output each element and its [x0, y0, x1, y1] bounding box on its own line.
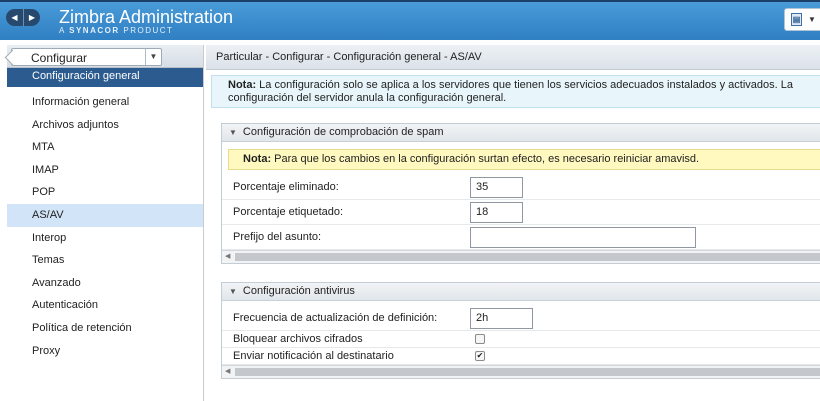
chevron-down-icon[interactable]: ▼ [145, 49, 161, 65]
app-title: Zimbra Administration [59, 7, 234, 27]
sidebar-item-interop[interactable]: Interop [7, 227, 203, 250]
main-content: Particular - Configurar - Configuración … [206, 45, 820, 401]
sidebar-item-archivos-adjuntos[interactable]: Archivos adjuntos [7, 114, 203, 137]
sidebar-item-politica-retencion[interactable]: Política de retención [7, 317, 203, 340]
subject-prefix-label: Prefijo del asunto: [233, 231, 322, 243]
notify-recipient-row: Enviar notificación al destinatario ✔ [222, 348, 820, 365]
restart-warning: Nota: Para que los cambios en la configu… [228, 149, 820, 170]
scroll-left-icon[interactable]: ◀ [225, 367, 230, 375]
kill-percent-label: Porcentaje eliminado: [233, 181, 339, 193]
chevron-down-icon: ▼ [808, 15, 816, 24]
sidebar-item-informacion-general[interactable]: Información general [7, 91, 203, 114]
sidebar-toolbar: Configurar ▼ [7, 45, 203, 68]
help-doc-icon: ▤ [791, 13, 802, 26]
kill-percent-input[interactable]: 35 [470, 177, 523, 198]
navigation-breadcrumb-select[interactable]: Configurar ▼ [11, 48, 162, 66]
spam-section-header[interactable]: ▼ Configuración de comprobación de spam [222, 124, 820, 142]
spam-horizontal-scrollbar[interactable]: ◀ [222, 250, 820, 263]
spam-section: ▼ Configuración de comprobación de spam N… [221, 123, 820, 264]
tag-percent-input[interactable]: 18 [470, 202, 523, 223]
tag-percent-row: Porcentaje etiquetado: 18 [222, 200, 820, 225]
sidebar-nav: Configuración general Información genera… [7, 68, 203, 362]
antivirus-section-header[interactable]: ▼ Configuración antivirus [222, 283, 820, 301]
block-encrypted-row: Bloquear archivos cifrados [222, 331, 820, 348]
update-frequency-row: Frecuencia de actualización de definició… [222, 306, 820, 331]
update-frequency-input[interactable]: 2h [470, 308, 533, 329]
scrollbar-thumb[interactable] [235, 253, 820, 261]
breadcrumb: Particular - Configurar - Configuración … [206, 45, 820, 70]
kill-percent-row: Porcentaje eliminado: 35 [222, 175, 820, 200]
app-subtitle: A SYNACOR PRODUCT [59, 26, 174, 35]
subject-prefix-row: Prefijo del asunto: [222, 225, 820, 250]
tag-percent-label: Porcentaje etiquetado: [233, 206, 344, 218]
notify-recipient-label: Enviar notificación al destinatario [233, 350, 394, 362]
subject-prefix-input[interactable] [470, 227, 696, 248]
sidebar-item-autenticacion[interactable]: Autenticación [7, 294, 203, 317]
help-button[interactable]: ▤ ▼ [784, 8, 820, 31]
history-nav: ◀ ▶ [6, 9, 40, 26]
app-header: ◀ ▶ Zimbra Administration A SYNACOR PROD… [0, 0, 820, 40]
forward-arrow-icon[interactable]: ▶ [23, 9, 40, 26]
notify-recipient-checkbox[interactable]: ✔ [475, 351, 485, 361]
collapse-triangle-icon[interactable]: ▼ [229, 128, 237, 137]
zimbra-admin-window: ◀ ▶ Zimbra Administration A SYNACOR PROD… [0, 0, 820, 401]
collapse-triangle-icon[interactable]: ▼ [229, 287, 237, 296]
sidebar-item-proxy[interactable]: Proxy [7, 340, 203, 363]
block-encrypted-label: Bloquear archivos cifrados [233, 333, 363, 345]
sidebar-item-pop[interactable]: POP [7, 181, 203, 204]
sidebar-item-mta[interactable]: MTA [7, 136, 203, 159]
update-frequency-label: Frecuencia de actualización de definició… [233, 312, 438, 324]
breadcrumb-label: Configurar [31, 51, 88, 65]
block-encrypted-checkbox[interactable] [475, 334, 485, 344]
info-note: Nota: La configuración solo se aplica a … [211, 75, 820, 108]
scroll-left-icon[interactable]: ◀ [225, 252, 230, 260]
sidebar-item-configuracion-general[interactable]: Configuración general [7, 68, 203, 87]
sidebar-item-as-av[interactable]: AS/AV [7, 203, 203, 227]
sidebar: Configurar ▼ Configuración general Infor… [7, 45, 204, 401]
sidebar-item-imap[interactable]: IMAP [7, 159, 203, 182]
sidebar-item-temas[interactable]: Temas [7, 249, 203, 272]
antivirus-section: ▼ Configuración antivirus Frecuencia de a… [221, 282, 820, 379]
back-arrow-icon[interactable]: ◀ [6, 9, 23, 26]
scrollbar-thumb[interactable] [235, 368, 820, 376]
sidebar-item-avanzado[interactable]: Avanzado [7, 272, 203, 295]
antivirus-horizontal-scrollbar[interactable]: ◀ [222, 365, 820, 378]
